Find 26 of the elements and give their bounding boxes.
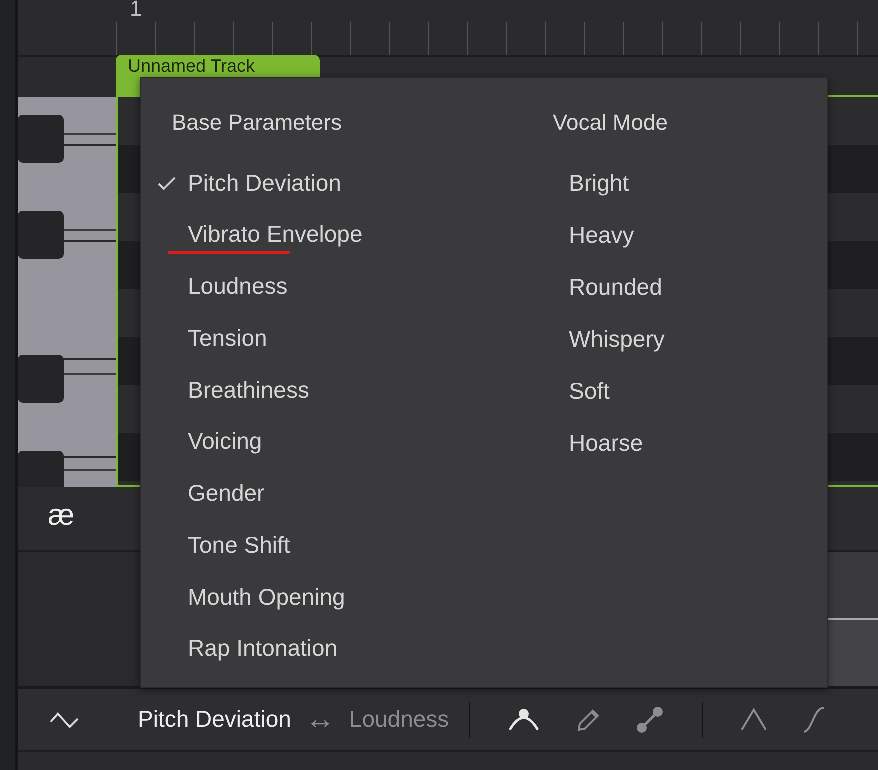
menu-item[interactable]: Heavy	[537, 222, 634, 274]
menu-item[interactable]: Hoarse	[537, 430, 644, 482]
swap-arrow[interactable]: ↔	[305, 702, 336, 736]
menu-item[interactable]: Voicing	[156, 428, 262, 480]
primary-parameter[interactable]: Pitch Deviation	[138, 706, 292, 733]
secondary-parameter[interactable]: Loudness	[349, 706, 450, 733]
s-curve-icon[interactable]	[802, 706, 826, 734]
menu-heading: Vocal Mode	[552, 110, 669, 137]
menu-item[interactable]: Soft	[537, 378, 610, 430]
peak-icon[interactable]	[740, 708, 768, 732]
phoneme-label: æ	[48, 499, 75, 533]
menu-heading: Base Parameters	[171, 110, 343, 137]
menu-item[interactable]: Bright	[537, 170, 630, 222]
menu-item[interactable]: Tone Shift	[156, 532, 290, 584]
line-tool-icon[interactable]	[635, 704, 666, 734]
menu-item[interactable]: Gender	[156, 480, 265, 532]
menu-item[interactable]: Pitch Deviation	[156, 170, 342, 222]
menu-item[interactable]: Loudness	[156, 273, 288, 325]
menu-item[interactable]: Breathiness	[156, 376, 310, 428]
menu-item[interactable]: Tension	[156, 324, 268, 377]
menu-item[interactable]: Rap Intonation	[156, 635, 338, 688]
bar-number: 1	[130, 0, 142, 22]
menu-item[interactable]: Vibrato Envelope	[156, 221, 363, 274]
menu-item[interactable]: Rounded	[537, 274, 662, 326]
menu-item[interactable]: Mouth Opening	[156, 584, 346, 636]
menu-item[interactable]: Whispery	[537, 326, 665, 378]
